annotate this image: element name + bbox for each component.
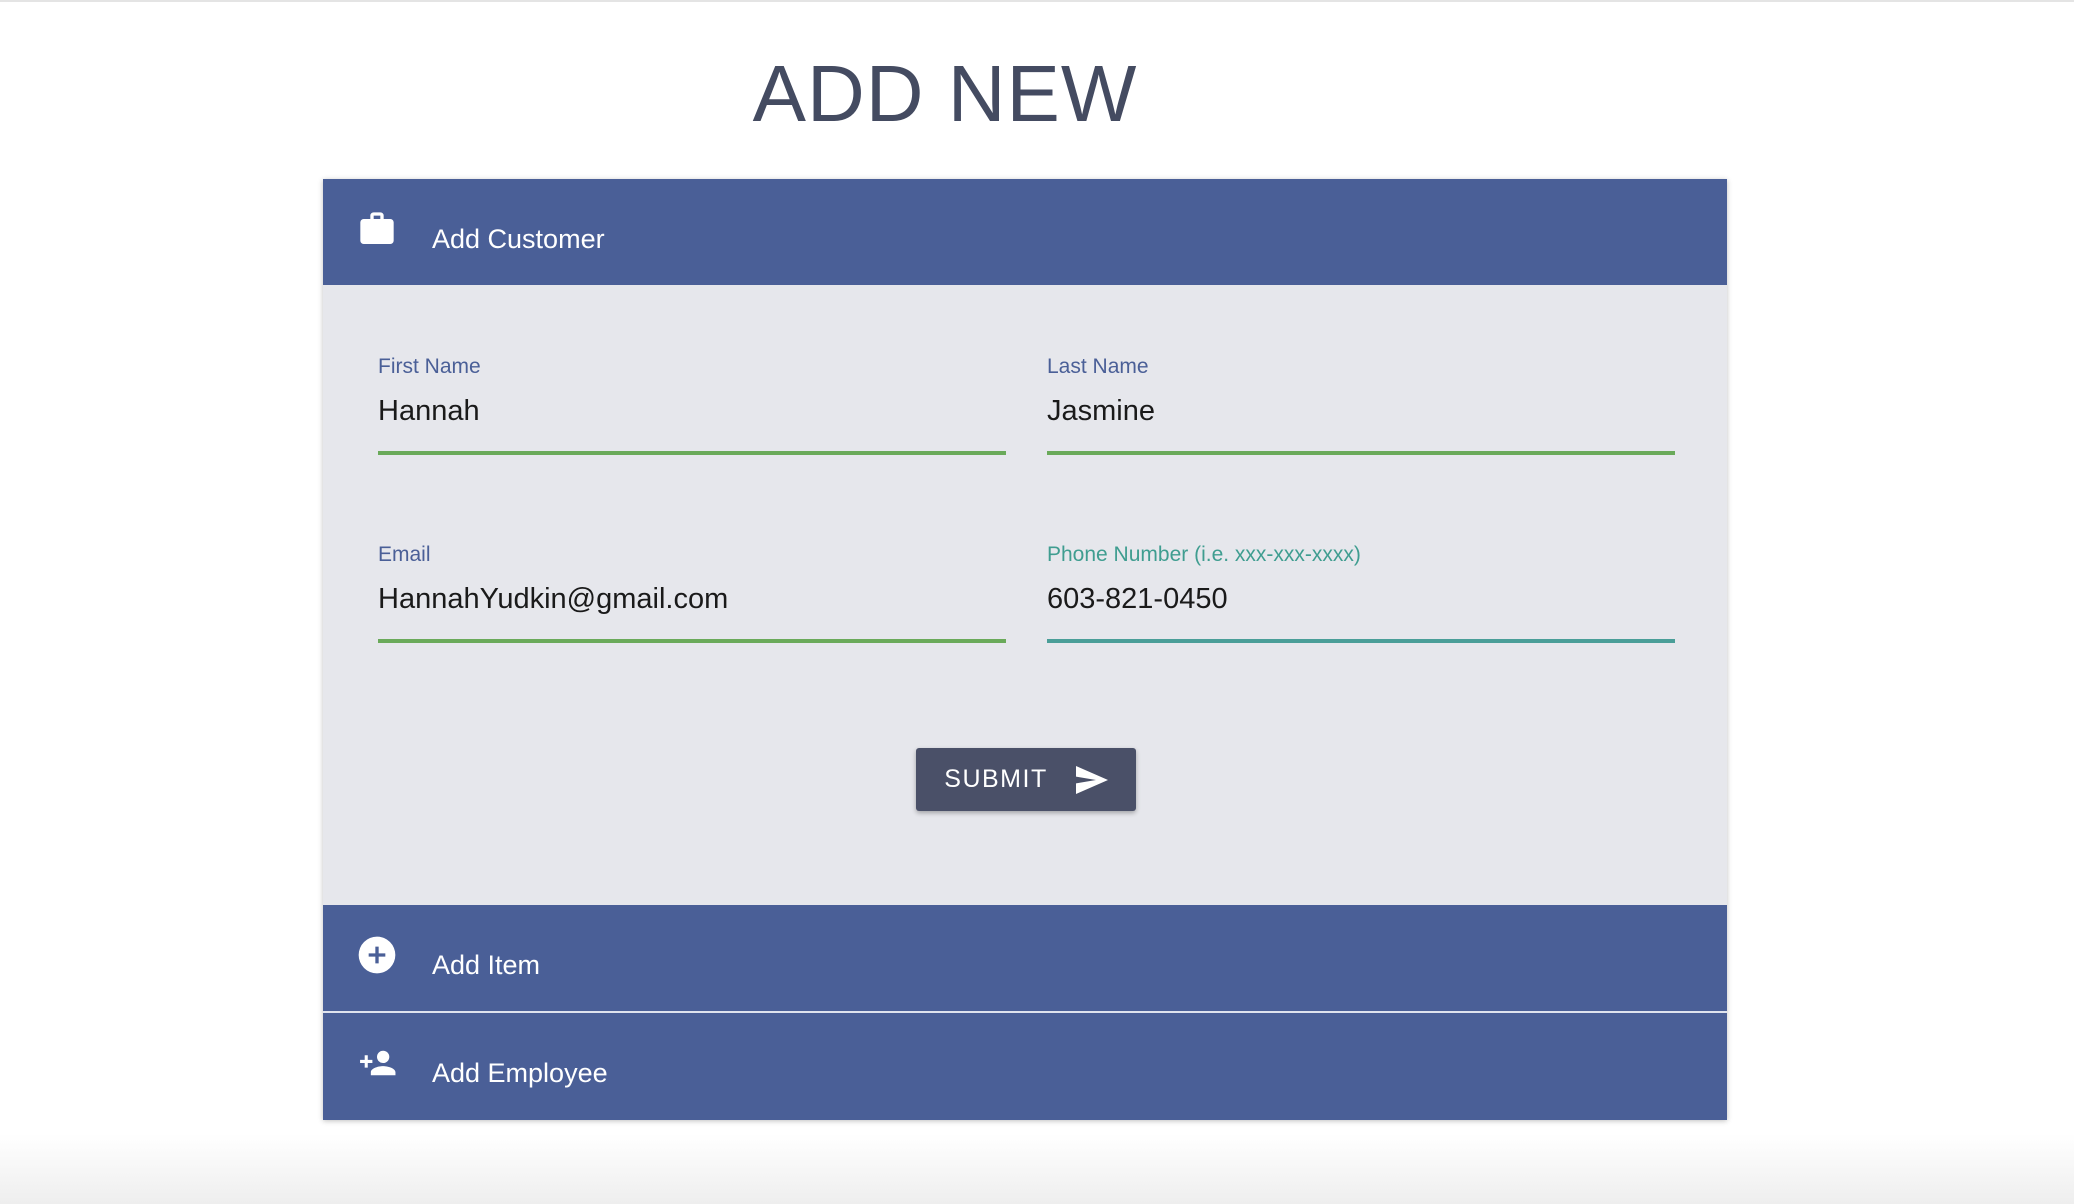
add-new-accordion: Add Customer First Name Last Name Email …: [323, 179, 1727, 1120]
send-icon: [1075, 765, 1108, 794]
accordion-header-add-employee[interactable]: Add Employee: [323, 1011, 1727, 1120]
accordion-label-add-employee: Add Employee: [432, 1058, 608, 1088]
top-border: [0, 0, 2074, 2]
phone-input[interactable]: [1047, 577, 1675, 621]
first-name-input[interactable]: [378, 389, 1006, 433]
phone-label: Phone Number (i.e. xxx-xxx-xxxx): [1047, 543, 1361, 566]
phone-underline: [1047, 639, 1675, 643]
briefcase-icon: [357, 209, 397, 249]
email-label: Email: [378, 543, 431, 566]
phone-field: Phone Number (i.e. xxx-xxx-xxxx): [1047, 543, 1675, 643]
last-name-underline: [1047, 451, 1675, 455]
first-name-label: First Name: [378, 355, 481, 378]
first-name-underline: [378, 451, 1006, 455]
last-name-label: Last Name: [1047, 355, 1149, 378]
first-name-field: First Name: [378, 355, 1006, 455]
page-title: ADD NEW: [752, 49, 1138, 138]
accordion-label-add-item: Add Item: [432, 950, 541, 980]
bottom-fade: [0, 1134, 2074, 1204]
accordion-header-add-item[interactable]: Add Item: [323, 905, 1727, 1011]
last-name-field: Last Name: [1047, 355, 1675, 455]
add-circle-icon: [357, 935, 397, 975]
email-field: Email: [378, 543, 1006, 643]
accordion-header-add-customer[interactable]: Add Customer: [323, 179, 1727, 285]
person-add-icon: [357, 1043, 397, 1083]
submit-label: SUBMIT: [944, 765, 1048, 793]
email-underline: [378, 639, 1006, 643]
last-name-input[interactable]: [1047, 389, 1675, 433]
add-customer-form: First Name Last Name Email Phone Number …: [323, 285, 1727, 905]
accordion-label-add-customer: Add Customer: [432, 224, 605, 254]
submit-button[interactable]: SUBMIT: [916, 748, 1136, 811]
email-input[interactable]: [378, 577, 1006, 621]
